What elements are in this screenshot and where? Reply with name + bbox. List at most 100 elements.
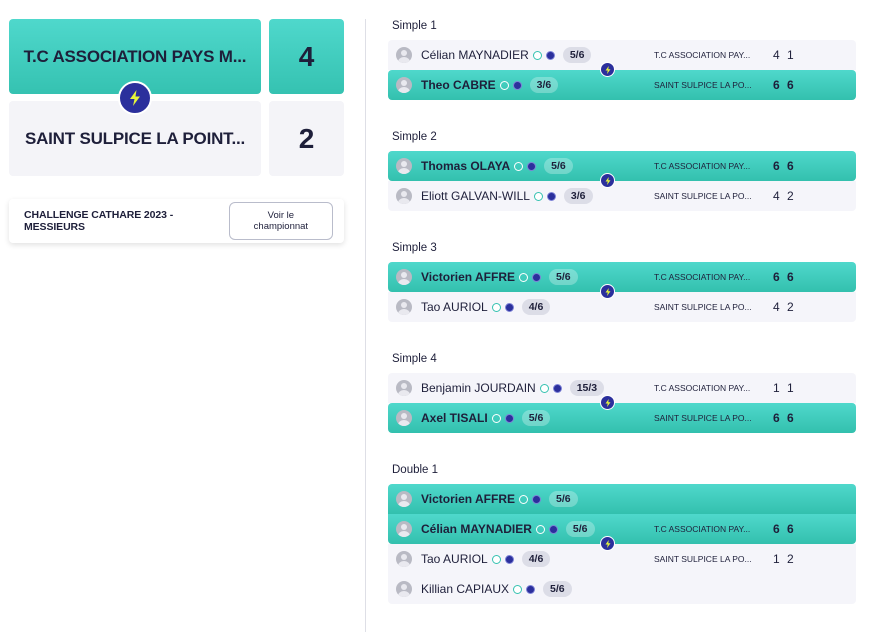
player-row: Axel TISALI 5/6 SAINT SULPICE LA PO... 6 6 (388, 403, 856, 433)
status-ring-icon (539, 383, 549, 393)
player-name[interactable]: Killian CAPIAUX (421, 582, 509, 596)
player-row: Tao AURIOL 4/6 SAINT SULPICE LA PO... 4 2 (388, 292, 856, 322)
lightning-icon (600, 395, 615, 410)
player-info: Axel TISALI 5/6 (421, 410, 551, 426)
match-card[interactable]: Benjamin JOURDAIN 15/3 T.C ASSOCIATION PAY… (388, 373, 856, 433)
home-team-name: T.C ASSOCIATION PAYS M... (23, 46, 247, 66)
avatar (396, 77, 412, 93)
club-name: SAINT SULPICE LA PO... (654, 191, 752, 201)
view-championship-button[interactable]: Voir le championnat (228, 202, 333, 240)
set-scores: 4 1 (773, 48, 794, 62)
player-row: Theo CABRE 3/6 SAINT SULPICE LA PO... 6 6 (388, 70, 856, 100)
club-badge-icon (527, 161, 537, 171)
championship-card: CHALLENGE CATHARE 2023 - MESSIEURS Voir … (9, 199, 344, 243)
set-scores: 6 6 (773, 159, 794, 173)
club-name: T.C ASSOCIATION PAY... (654, 524, 751, 534)
player-name[interactable]: Thomas OLAYA (421, 159, 510, 173)
set-scores: 4 2 (773, 300, 794, 314)
status-ring-icon (513, 584, 523, 594)
club-name: SAINT SULPICE LA PO... (654, 302, 752, 312)
set-scores: 6 6 (773, 78, 794, 92)
avatar (396, 47, 412, 63)
player-info: Tao AURIOL 4/6 (421, 299, 551, 315)
club-name: SAINT SULPICE LA PO... (654, 80, 752, 90)
club-badge-icon (545, 50, 555, 60)
club-name: SAINT SULPICE LA PO... (654, 554, 752, 564)
match-label: Simple 2 (392, 131, 437, 143)
player-name[interactable]: Tao AURIOL (421, 300, 488, 314)
status-ring-icon (533, 191, 543, 201)
status-ring-icon (519, 494, 529, 504)
match-label: Simple 4 (392, 353, 437, 365)
match-label: Simple 1 (392, 20, 437, 32)
player-name[interactable]: Victorien AFFRE (421, 492, 515, 506)
player-name[interactable]: Célian MAYNADIER (421, 522, 532, 536)
player-name[interactable]: Eliott GALVAN-WILL (421, 189, 530, 203)
player-row: Victorien AFFRE 5/6 (388, 484, 856, 514)
player-info: Victorien AFFRE 5/6 (421, 269, 578, 285)
club-badge-icon (532, 494, 542, 504)
status-ring-icon (491, 302, 501, 312)
player-row: Eliott GALVAN-WILL 3/6 SAINT SULPICE LA PO… (388, 181, 856, 211)
player-info: Benjamin JOURDAIN 15/3 (421, 380, 605, 396)
match-label: Simple 3 (392, 242, 437, 254)
player-row: Célian MAYNADIER 5/6 T.C ASSOCIATION PAY..… (388, 514, 856, 544)
player-row: Victorien AFFRE 5/6 T.C ASSOCIATION PAY...… (388, 262, 856, 292)
ranking-badge: 4/6 (521, 299, 551, 315)
player-name[interactable]: Benjamin JOURDAIN (421, 381, 536, 395)
ranking-badge: 15/3 (569, 380, 605, 396)
match-card[interactable]: Victorien AFFRE 5/6 Célian MAYNADIER 5/6 T.C… (388, 484, 856, 604)
set-scores: 1 1 (773, 381, 794, 395)
club-badge-icon (532, 272, 542, 282)
player-name[interactable]: Theo CABRE (421, 78, 496, 92)
ranking-badge: 5/6 (549, 491, 578, 507)
match-card[interactable]: Thomas OLAYA 5/6 T.C ASSOCIATION PAY... 6 6… (388, 151, 856, 211)
status-ring-icon (519, 272, 529, 282)
home-team-score-box: 4 (269, 19, 344, 94)
home-team-score: 4 (298, 40, 315, 72)
club-badge-icon (552, 383, 562, 393)
avatar (396, 269, 412, 285)
avatar (396, 410, 412, 426)
avatar (396, 188, 412, 204)
player-name[interactable]: Axel TISALI (421, 411, 488, 425)
lightning-icon (600, 62, 615, 77)
status-ring-icon (532, 50, 542, 60)
player-row: Benjamin JOURDAIN 15/3 T.C ASSOCIATION PAY… (388, 373, 856, 403)
club-badge-icon (504, 302, 514, 312)
ranking-badge: 4/6 (521, 551, 551, 567)
avatar (396, 521, 412, 537)
status-ring-icon (499, 80, 509, 90)
away-team-score-box: 2 (269, 101, 344, 176)
status-ring-icon (535, 524, 545, 534)
club-name: SAINT SULPICE LA PO... (654, 413, 752, 423)
ranking-badge: 5/6 (521, 410, 551, 426)
club-badge-icon (504, 413, 514, 423)
lightning-icon (118, 81, 152, 115)
match-label: Double 1 (392, 464, 439, 476)
player-info: Tao AURIOL 4/6 (421, 551, 551, 567)
ranking-badge: 5/6 (565, 521, 595, 537)
player-name[interactable]: Victorien AFFRE (421, 270, 515, 284)
avatar (396, 581, 412, 597)
status-ring-icon (514, 161, 524, 171)
player-name[interactable]: Tao AURIOL (421, 552, 488, 566)
panel-divider (365, 19, 366, 632)
club-name: T.C ASSOCIATION PAY... (654, 272, 751, 282)
match-card[interactable]: Victorien AFFRE 5/6 T.C ASSOCIATION PAY...… (388, 262, 856, 322)
avatar (396, 380, 412, 396)
player-row: Killian CAPIAUX 5/6 (388, 574, 856, 604)
match-card[interactable]: Célian MAYNADIER 5/6 T.C ASSOCIATION PAY..… (388, 40, 856, 100)
club-badge-icon (548, 524, 558, 534)
player-row: Thomas OLAYA 5/6 T.C ASSOCIATION PAY... 6 6 (388, 151, 856, 181)
lightning-icon (600, 173, 615, 188)
player-row: Tao AURIOL 4/6 SAINT SULPICE LA PO... 1 2 (388, 544, 856, 574)
player-name[interactable]: Célian MAYNADIER (421, 48, 529, 62)
lightning-icon (600, 284, 615, 299)
status-ring-icon (491, 554, 501, 564)
player-info: Thomas OLAYA 5/6 (421, 158, 573, 174)
ranking-badge: 5/6 (543, 581, 572, 597)
ranking-badge: 5/6 (562, 47, 592, 63)
club-badge-icon (546, 191, 556, 201)
away-team-name: SAINT SULPICE LA POINT... (24, 128, 246, 148)
